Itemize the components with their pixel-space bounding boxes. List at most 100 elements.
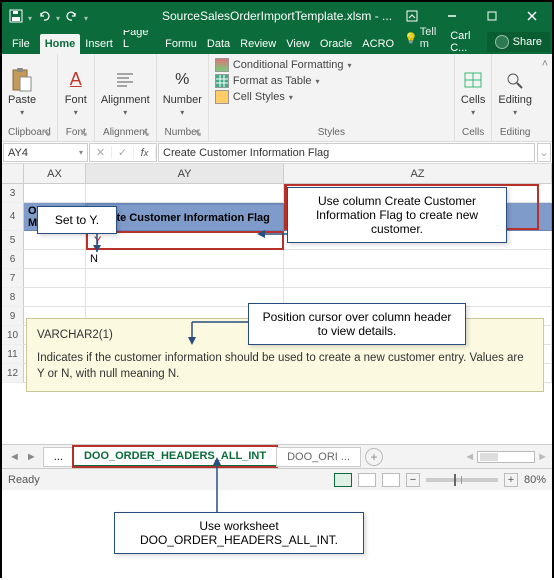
chevron-down-icon[interactable]: ▾ xyxy=(56,14,60,23)
new-sheet-icon[interactable]: + xyxy=(365,448,383,466)
enter-formula-icon[interactable]: ✓ xyxy=(112,146,134,159)
expand-formula-bar-icon[interactable]: ⌄ xyxy=(537,143,551,162)
name-box[interactable]: AY4▾ xyxy=(3,143,88,162)
select-all-corner[interactable] xyxy=(2,164,24,183)
paste-icon xyxy=(10,68,34,92)
row-header[interactable]: 5 xyxy=(2,231,24,250)
sheet-nav-prev-icon[interactable]: ◄ xyxy=(6,451,23,463)
ribbon: Paste ▾ Clipboard⬊ AFont▾ Font⬊ Alignmen… xyxy=(2,54,552,142)
tab-file[interactable]: File xyxy=(2,34,40,54)
dialog-launcher-icon[interactable]: ⬊ xyxy=(80,128,88,139)
editing-button[interactable]: Editing▾ xyxy=(498,68,532,117)
row-header[interactable]: 12 xyxy=(2,364,24,383)
column-headers: AX AY AZ xyxy=(2,164,552,184)
formula-bar: AY4▾ ✕ ✓ fx Create Customer Information … xyxy=(2,142,552,164)
fx-icon[interactable]: fx xyxy=(134,147,156,159)
row-header[interactable]: 11 xyxy=(2,345,24,364)
sheet-nav-next-icon[interactable]: ► xyxy=(23,451,40,463)
sheet-tab-more[interactable]: ... xyxy=(43,447,74,467)
cell[interactable]: N xyxy=(86,250,284,269)
cells-button[interactable]: Cells▾ xyxy=(461,68,485,117)
tab-review[interactable]: Review xyxy=(235,34,281,54)
status-bar: Ready − + 80% xyxy=(2,468,552,490)
row-header[interactable]: 4 xyxy=(2,203,24,231)
group-clipboard: Paste ▾ Clipboard⬊ xyxy=(2,54,58,141)
tell-me[interactable]: 💡Tell m xyxy=(399,22,450,54)
column-header-az[interactable]: AZ xyxy=(284,164,552,183)
row-header[interactable]: 7 xyxy=(2,269,24,288)
group-alignment: Alignment▾ Alignment⬊ xyxy=(95,54,157,141)
quick-access-toolbar: ▾ ▾ ▾ xyxy=(2,8,94,24)
collapse-ribbon-icon[interactable]: ˄ xyxy=(538,54,552,141)
group-cells: Cells▾ Cells xyxy=(455,54,492,141)
percent-icon: % xyxy=(170,68,194,92)
formula-input[interactable]: Create Customer Information Flag xyxy=(158,143,535,162)
conditional-formatting-button[interactable]: Conditional Formatting ▾ xyxy=(215,58,448,72)
format-as-table-button[interactable]: Format as Table ▾ xyxy=(215,74,448,88)
cell-styles-button[interactable]: Cell Styles ▾ xyxy=(215,90,448,104)
tab-home[interactable]: Home xyxy=(40,34,81,54)
chevron-down-icon[interactable]: ▾ xyxy=(28,14,32,23)
zoom-level[interactable]: 80% xyxy=(524,474,546,486)
dialog-launcher-icon[interactable]: ⬊ xyxy=(194,128,202,139)
tab-view[interactable]: View xyxy=(281,34,315,54)
lightbulb-icon: 💡 xyxy=(404,32,418,45)
scroll-left-icon[interactable]: ◄ xyxy=(464,451,475,463)
tab-data[interactable]: Data xyxy=(202,34,235,54)
chevron-down-icon: ▾ xyxy=(79,148,83,157)
group-number: %Number▾ Number⬊ xyxy=(157,54,209,141)
group-styles: Conditional Formatting ▾ Format as Table… xyxy=(209,54,455,141)
cell-styles-icon xyxy=(215,90,229,104)
share-button[interactable]: Share xyxy=(487,32,550,52)
column-header-ay[interactable]: AY xyxy=(86,164,284,183)
group-editing: Editing▾ Editing xyxy=(492,54,538,141)
tab-oracle[interactable]: Oracle xyxy=(315,34,357,54)
cancel-formula-icon[interactable]: ✕ xyxy=(90,146,112,159)
chevron-down-icon[interactable]: ▾ xyxy=(84,14,88,23)
close-icon[interactable] xyxy=(512,2,552,30)
row-header[interactable]: 10 xyxy=(2,326,24,345)
cells-icon xyxy=(461,68,485,92)
dialog-launcher-icon[interactable]: ⬊ xyxy=(43,128,51,139)
redo-icon[interactable] xyxy=(64,8,80,24)
dialog-launcher-icon[interactable]: ⬊ xyxy=(142,128,150,139)
view-page-break-icon[interactable] xyxy=(382,473,400,487)
alignment-button[interactable]: Alignment▾ xyxy=(101,68,150,117)
table-icon xyxy=(215,74,229,88)
chevron-down-icon: ▾ xyxy=(20,108,24,117)
row-header[interactable]: 6 xyxy=(2,250,24,269)
horizontal-scrollbar[interactable] xyxy=(477,451,535,463)
user-name[interactable]: Carl C... xyxy=(450,30,482,54)
tab-insert[interactable]: Insert xyxy=(80,34,118,54)
sheet-tab-other[interactable]: DOO_ORI ... xyxy=(276,447,361,467)
formula-bar-buttons: ✕ ✓ fx xyxy=(89,143,157,162)
zoom-out-icon[interactable]: − xyxy=(406,473,420,487)
tab-formulas[interactable]: Formu xyxy=(160,34,202,54)
undo-icon[interactable] xyxy=(36,8,52,24)
tab-acrobat[interactable]: ACRO xyxy=(357,34,399,54)
group-font: AFont▾ Font⬊ xyxy=(58,54,95,141)
save-icon[interactable] xyxy=(8,8,24,24)
editing-icon xyxy=(503,68,527,92)
zoom-slider[interactable] xyxy=(426,478,498,482)
view-page-layout-icon[interactable] xyxy=(358,473,376,487)
callout-cursor: Position cursor over column header to vi… xyxy=(248,303,466,345)
conditional-formatting-icon xyxy=(215,58,229,72)
column-header-ax[interactable]: AX xyxy=(24,164,86,183)
row-header[interactable]: 8 xyxy=(2,288,24,307)
maximize-icon[interactable] xyxy=(472,2,512,30)
ribbon-tabs: File Home Insert Page L Formu Data Revie… xyxy=(2,30,552,54)
paste-button[interactable]: Paste ▾ xyxy=(8,68,36,117)
number-button[interactable]: %Number▾ xyxy=(163,68,202,117)
view-normal-icon[interactable] xyxy=(334,473,352,487)
callout-worksheet: Use worksheet DOO_ORDER_HEADERS_ALL_INT. xyxy=(114,512,364,554)
font-icon: A xyxy=(64,68,88,92)
scroll-right-icon[interactable]: ► xyxy=(537,451,548,463)
row-header[interactable]: 9 xyxy=(2,307,24,326)
font-button[interactable]: AFont▾ xyxy=(64,68,88,117)
row-header[interactable]: 3 xyxy=(2,184,24,203)
alignment-icon xyxy=(113,68,137,92)
sheet-tab-active[interactable]: DOO_ORDER_HEADERS_ALL_INT xyxy=(73,446,277,467)
zoom-in-icon[interactable]: + xyxy=(504,473,518,487)
sheet-tab-bar: ◄ ► ... DOO_ORDER_HEADERS_ALL_INT DOO_OR… xyxy=(2,444,552,468)
